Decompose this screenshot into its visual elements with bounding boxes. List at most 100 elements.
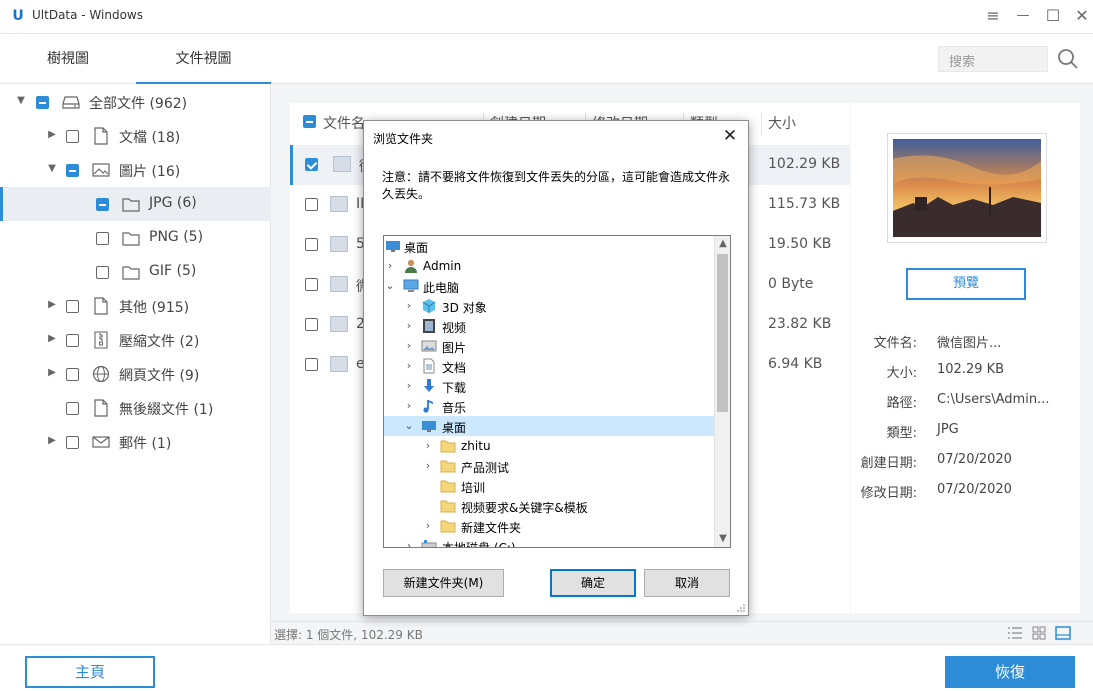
row-checkbox[interactable] <box>305 318 318 331</box>
select-all-checkbox[interactable] <box>303 115 316 128</box>
checkbox[interactable] <box>66 402 79 415</box>
tree-item-jpg[interactable]: JPG (6) <box>0 187 271 221</box>
folder-item-videos[interactable]: › 视频 <box>384 316 714 336</box>
new-folder-button[interactable]: 新建文件夹(M) <box>383 569 504 597</box>
checkbox[interactable] <box>96 198 109 211</box>
tree-item-documents[interactable]: ▶ 文檔 (18) <box>0 119 271 153</box>
tab-tree-view[interactable]: 樹視圖 <box>0 34 136 84</box>
search-input[interactable]: 搜索 <box>938 46 1048 72</box>
tree-item-pictures[interactable]: ▼ 圖片 (16) <box>0 153 271 187</box>
menu-icon[interactable]: ≡ <box>982 5 1004 27</box>
folder-item-desktop-selected[interactable]: ⌄ 桌面 <box>384 416 714 436</box>
folder-item-product-test[interactable]: › 产品测试 <box>384 456 714 476</box>
checkbox[interactable] <box>96 266 109 279</box>
column-header-size[interactable]: 大小 <box>768 113 796 133</box>
folder-icon <box>440 440 456 453</box>
folder-item-this-pc[interactable]: ⌄ 此电脑 <box>384 276 714 296</box>
document-icon <box>94 127 108 145</box>
globe-icon <box>92 365 110 383</box>
close-icon[interactable]: ✕ <box>720 126 740 146</box>
checkbox[interactable] <box>36 96 49 109</box>
chevron-right-icon[interactable]: › <box>404 399 414 413</box>
row-checkbox[interactable] <box>305 358 318 371</box>
meta-value-filename: 微信图片... <box>937 336 1002 351</box>
chevron-down-icon[interactable]: ⌄ <box>385 279 395 293</box>
chevron-right-icon[interactable]: ▶ <box>46 367 58 379</box>
tree-item-mail[interactable]: ▶ 郵件 (1) <box>0 425 271 459</box>
row-checkbox[interactable] <box>305 278 318 291</box>
chevron-right-icon[interactable]: › <box>423 439 433 453</box>
search-icon[interactable] <box>1056 47 1080 71</box>
tree-item-all-files[interactable]: ▼ 全部文件 (962) <box>0 85 271 119</box>
folder-item-downloads[interactable]: › 下载 <box>384 376 714 396</box>
folder-item-admin[interactable]: › Admin <box>384 256 714 276</box>
folder-item-desktop-root[interactable]: 桌面 <box>384 236 714 256</box>
scroll-down-icon[interactable]: ▼ <box>715 531 730 547</box>
chevron-right-icon[interactable]: › <box>423 459 433 473</box>
checkbox[interactable] <box>66 368 79 381</box>
chevron-right-icon[interactable]: ▶ <box>46 333 58 345</box>
folder-item-video-templates[interactable]: 视频要求&关键字&模板 <box>384 496 714 516</box>
detail-view-icon[interactable] <box>1055 626 1071 640</box>
chevron-down-icon[interactable]: ▼ <box>15 95 27 107</box>
checkbox[interactable] <box>66 130 79 143</box>
preview-button[interactable]: 預覽 <box>906 268 1026 300</box>
resize-grip-icon[interactable] <box>736 603 746 613</box>
row-checkbox[interactable] <box>305 238 318 251</box>
tree-item-archives[interactable]: ▶ 壓縮文件 (2) <box>0 323 271 357</box>
row-checkbox[interactable] <box>305 198 318 211</box>
chevron-right-icon[interactable]: › <box>404 379 414 393</box>
column-header-name[interactable]: 文件名 <box>323 113 365 133</box>
chevron-right-icon[interactable]: › <box>404 339 414 353</box>
folder-item-local-disk-c[interactable]: › 本地磁盘 (C:) <box>384 536 714 547</box>
folder-item-new-folder[interactable]: › 新建文件夹 <box>384 516 714 536</box>
folder-item-training[interactable]: 培训 <box>384 476 714 496</box>
tree-item-no-extension[interactable]: 無後綴文件 (1) <box>0 391 271 425</box>
chevron-right-icon[interactable]: › <box>404 359 414 373</box>
folder-item-zhitu[interactable]: › zhitu <box>384 436 714 456</box>
folder-item-3d-objects[interactable]: › 3D 对象 <box>384 296 714 316</box>
folder-item-documents[interactable]: › 文档 <box>384 356 714 376</box>
chevron-right-icon[interactable]: › <box>385 259 395 273</box>
checkbox[interactable] <box>66 436 79 449</box>
folder-label: 视频要求&关键字&模板 <box>461 501 588 515</box>
meta-label-type: 類型: <box>886 426 917 441</box>
minimize-icon[interactable]: — <box>1012 5 1034 27</box>
chevron-right-icon[interactable]: ▶ <box>46 129 58 141</box>
recover-button[interactable]: 恢復 <box>945 656 1075 688</box>
mail-icon <box>92 436 110 448</box>
scroll-up-icon[interactable]: ▲ <box>715 236 730 252</box>
row-checkbox[interactable] <box>305 158 318 171</box>
tree-item-gif[interactable]: GIF (5) <box>0 255 271 289</box>
preview-thumbnail <box>887 133 1047 243</box>
chevron-right-icon[interactable]: › <box>423 519 433 533</box>
chevron-right-icon[interactable]: › <box>404 319 414 333</box>
close-icon[interactable]: ✕ <box>1071 5 1093 27</box>
chevron-down-icon[interactable]: ▼ <box>46 163 58 175</box>
ok-button[interactable]: 确定 <box>550 569 636 597</box>
vertical-scrollbar[interactable]: ▲ ▼ <box>714 236 730 547</box>
scrollbar-thumb[interactable] <box>717 254 728 412</box>
home-button[interactable]: 主頁 <box>25 656 155 688</box>
list-view-icon[interactable] <box>1007 626 1023 640</box>
folder-item-music[interactable]: › 音乐 <box>384 396 714 416</box>
chevron-right-icon[interactable]: ▶ <box>46 299 58 311</box>
image-icon <box>92 163 110 177</box>
chevron-right-icon[interactable]: ▶ <box>46 435 58 447</box>
cancel-button[interactable]: 取消 <box>644 569 730 597</box>
chevron-right-icon[interactable]: › <box>404 539 414 547</box>
maximize-icon[interactable]: ☐ <box>1042 5 1064 27</box>
tree-item-other[interactable]: ▶ 其他 (915) <box>0 289 271 323</box>
grid-view-icon[interactable] <box>1031 626 1047 640</box>
folder-item-pictures[interactable]: › 图片 <box>384 336 714 356</box>
checkbox[interactable] <box>66 334 79 347</box>
chevron-right-icon[interactable]: › <box>404 299 414 313</box>
tree-item-web-files[interactable]: ▶ 網頁文件 (9) <box>0 357 271 391</box>
tab-file-view[interactable]: 文件視圖 <box>136 34 271 84</box>
checkbox[interactable] <box>96 232 109 245</box>
checkbox[interactable] <box>66 300 79 313</box>
checkbox[interactable] <box>66 164 79 177</box>
status-bar: 選擇: 1 個文件, 102.29 KB <box>271 621 1093 644</box>
tree-item-png[interactable]: PNG (5) <box>0 221 271 255</box>
chevron-down-icon[interactable]: ⌄ <box>404 419 414 433</box>
